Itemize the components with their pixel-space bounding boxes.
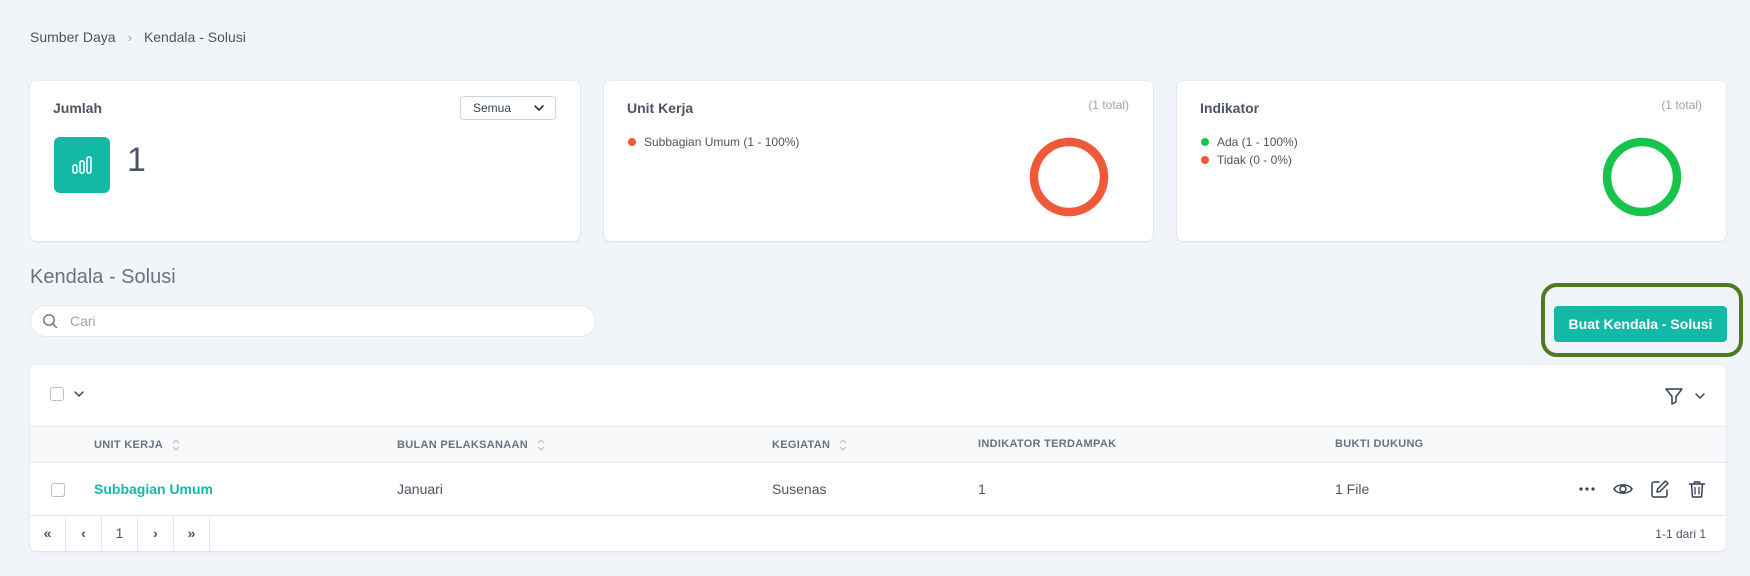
indikator-total: (1 total)	[1661, 98, 1702, 112]
legend-label: Tidak (0 - 0%)	[1217, 153, 1292, 167]
prev-page-button[interactable]: ‹	[66, 515, 102, 551]
filter-toggle[interactable]	[1663, 385, 1706, 407]
sort-icon[interactable]	[171, 438, 181, 452]
select-all-checkbox[interactable]	[50, 387, 64, 401]
search-bar	[30, 305, 596, 337]
chevron-down-icon	[533, 102, 545, 114]
period-select[interactable]: Semua	[460, 96, 556, 120]
unit-kerja-total: (1 total)	[1088, 98, 1129, 112]
column-label: KEGIATAN	[772, 439, 831, 451]
indikator-legend: Ada (1 - 100%) Tidak (0 - 0%)	[1201, 133, 1298, 169]
cell-kegiatan: Susenas	[772, 481, 827, 497]
jumlah-value: 1	[127, 141, 146, 179]
legend-item: Tidak (0 - 0%)	[1201, 151, 1298, 169]
period-select-value: Semua	[473, 101, 512, 115]
column-label: UNIT KERJA	[94, 439, 164, 451]
view-eye-icon[interactable]	[1612, 478, 1634, 500]
breadcrumb-current: Kendala - Solusi	[143, 29, 246, 45]
donut-slice-ada	[1602, 137, 1682, 217]
page-number-button[interactable]: 1	[102, 515, 138, 551]
row-actions	[1577, 478, 1708, 500]
row-checkbox[interactable]	[51, 483, 65, 497]
column-header-bulan-pelaksanaan[interactable]: BULAN PELAKSANAAN	[397, 438, 546, 452]
filter-icon[interactable]	[1663, 385, 1685, 407]
delete-trash-icon[interactable]	[1686, 478, 1708, 500]
column-header-indikator-terdampak: INDIKATOR TERDAMPAK	[978, 438, 1116, 450]
edit-pencil-icon[interactable]	[1649, 478, 1671, 500]
cell-bulan: Januari	[397, 481, 443, 497]
create-kendala-solusi-button[interactable]: Buat Kendala - Solusi	[1554, 306, 1727, 342]
page-title: Kendala - Solusi	[30, 266, 176, 288]
column-label: BUKTI DUKUNG	[1335, 438, 1424, 450]
column-header-bukti-dukung: BUKTI DUKUNG	[1335, 438, 1424, 450]
search-input[interactable]	[68, 312, 552, 330]
column-label: BULAN PELAKSANAAN	[397, 439, 528, 451]
indikator-donut-chart	[1602, 137, 1682, 217]
pagination: « ‹ 1 › »	[30, 515, 210, 551]
legend-label: Subbagian Umum (1 - 100%)	[644, 135, 800, 149]
legend-dot	[1201, 138, 1209, 146]
table-header: UNIT KERJA BULAN PELAKSANAAN KEGIATAN IN…	[30, 426, 1726, 463]
table-row: Subbagian Umum Januari Susenas 1 1 File	[30, 463, 1726, 516]
legend-item: Subbagian Umum (1 - 100%)	[628, 133, 799, 151]
breadcrumb-sumber-daya[interactable]: Sumber Daya	[30, 29, 116, 45]
card-title-jumlah: Jumlah	[53, 100, 103, 116]
column-header-kegiatan[interactable]: KEGIATAN	[772, 438, 848, 452]
more-options-icon[interactable]	[1577, 479, 1597, 499]
card-title-unit-kerja: Unit Kerja	[627, 100, 694, 116]
sort-icon[interactable]	[536, 438, 546, 452]
search-icon	[42, 313, 58, 329]
column-label: INDIKATOR TERDAMPAK	[978, 438, 1117, 450]
card-title-indikator: Indikator	[1200, 100, 1260, 116]
bulk-select[interactable]	[50, 387, 85, 401]
breadcrumb: Sumber Daya › Kendala - Solusi	[30, 29, 246, 45]
unit-kerja-donut-chart	[1029, 137, 1109, 217]
column-header-unit-kerja[interactable]: UNIT KERJA	[94, 438, 181, 452]
unit-kerja-card: Unit Kerja (1 total) Subbagian Umum (1 -…	[604, 81, 1153, 241]
legend-dot	[628, 138, 636, 146]
donut-slice-subbagian-umum	[1029, 137, 1109, 217]
legend-label: Ada (1 - 100%)	[1217, 135, 1298, 149]
legend-item: Ada (1 - 100%)	[1201, 133, 1298, 151]
jumlah-card: Jumlah Semua 1	[30, 81, 580, 241]
unit-kerja-legend: Subbagian Umum (1 - 100%)	[628, 133, 799, 151]
chevron-down-icon[interactable]	[1694, 390, 1706, 402]
pagination-range: 1-1 dari 1	[1655, 527, 1706, 541]
bar-chart-icon	[54, 137, 110, 193]
first-page-button[interactable]: «	[30, 515, 66, 551]
cell-bukti: 1 File	[1335, 481, 1370, 497]
legend-dot	[1201, 156, 1209, 164]
last-page-button[interactable]: »	[174, 515, 210, 551]
data-table-panel: UNIT KERJA BULAN PELAKSANAAN KEGIATAN IN…	[30, 365, 1726, 551]
indikator-card: Indikator (1 total) Ada (1 - 100%) Tidak…	[1177, 81, 1726, 241]
chevron-down-icon[interactable]	[73, 388, 85, 400]
cell-indikator: 1	[978, 481, 986, 497]
next-page-button[interactable]: ›	[138, 515, 174, 551]
breadcrumb-separator: ›	[127, 29, 132, 45]
sort-icon[interactable]	[838, 438, 848, 452]
cell-unit-kerja-link[interactable]: Subbagian Umum	[94, 481, 213, 497]
